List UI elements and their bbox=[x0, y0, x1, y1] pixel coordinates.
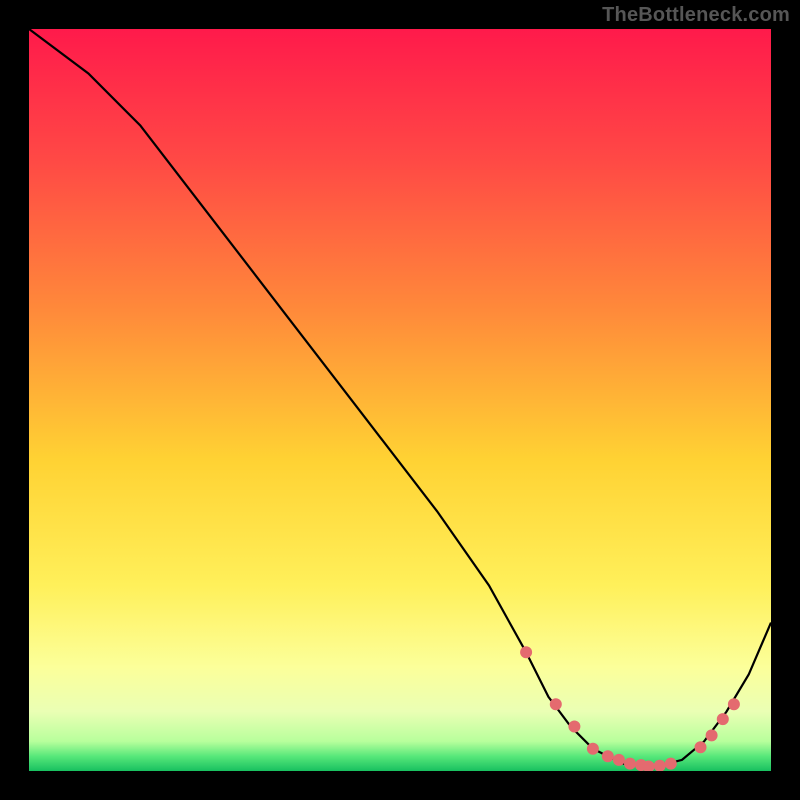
marker-point bbox=[520, 646, 532, 658]
marker-point bbox=[568, 721, 580, 733]
plot-area bbox=[29, 29, 771, 771]
marker-point bbox=[665, 758, 677, 770]
marker-point bbox=[602, 750, 614, 762]
marker-point bbox=[550, 698, 562, 710]
marker-point bbox=[587, 743, 599, 755]
marker-point bbox=[695, 741, 707, 753]
attribution-text: TheBottleneck.com bbox=[602, 4, 790, 27]
marker-point bbox=[624, 758, 636, 770]
chart-svg bbox=[29, 29, 771, 771]
marker-point bbox=[706, 729, 718, 741]
gradient-background bbox=[29, 29, 771, 771]
marker-point bbox=[728, 698, 740, 710]
chart-frame: TheBottleneck.com bbox=[0, 0, 800, 800]
marker-point bbox=[717, 713, 729, 725]
marker-point bbox=[613, 754, 625, 766]
